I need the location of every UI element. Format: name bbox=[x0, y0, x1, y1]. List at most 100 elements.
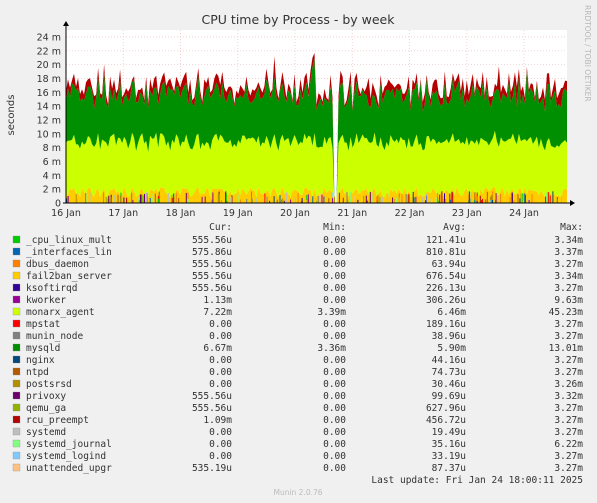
low-series-spike bbox=[354, 195, 356, 203]
legend-value-max: 9.63m bbox=[554, 295, 583, 306]
low-series-spike bbox=[549, 195, 551, 203]
low-series-spike bbox=[312, 196, 314, 203]
low-series-spike bbox=[246, 198, 248, 203]
low-series-spike bbox=[323, 196, 325, 203]
legend-value-max: 3.27m bbox=[554, 451, 583, 462]
low-series-spike bbox=[321, 194, 323, 203]
low-series-spike bbox=[320, 194, 321, 203]
low-series-spike bbox=[435, 197, 437, 203]
y-tick-label: 20 m bbox=[37, 60, 61, 71]
low-series-spike bbox=[290, 199, 292, 203]
low-series-spike bbox=[381, 197, 383, 203]
legend-row: unattended_upgr 535.19u 0.00 87.37u 3.27m bbox=[12, 463, 583, 474]
low-series-spike bbox=[412, 191, 414, 203]
y-tick-label: 8 m bbox=[43, 143, 61, 154]
legend-value-max: 3.37m bbox=[554, 247, 583, 258]
low-series-spike bbox=[334, 196, 336, 203]
legend-row: systemd_journal 0.00 0.00 35.16u 6.22m bbox=[12, 439, 583, 450]
legend-value-min: 0.00 bbox=[323, 247, 346, 258]
low-series-spike bbox=[393, 199, 395, 203]
low-series-spike bbox=[266, 196, 268, 203]
legend-value-avg: 63.94u bbox=[432, 259, 466, 270]
low-series-spike bbox=[379, 196, 381, 203]
legend-value-avg: 99.69u bbox=[432, 391, 466, 402]
legend-value-avg: 456.72u bbox=[426, 415, 466, 426]
legend-series-name: rcu_preempt bbox=[26, 415, 89, 426]
low-series-spike bbox=[470, 191, 472, 203]
legend-value-avg: 6.46m bbox=[437, 307, 466, 318]
legend-swatch bbox=[12, 415, 21, 424]
legend-value-min: 0.00 bbox=[323, 439, 346, 450]
y-axis-arrow bbox=[63, 21, 69, 26]
legend-swatch bbox=[12, 247, 21, 256]
x-tick-label: 19 Jan bbox=[223, 208, 253, 219]
low-series-spike bbox=[332, 198, 334, 203]
legend-value-min: 0.00 bbox=[323, 271, 346, 282]
y-tick-label: 10 m bbox=[37, 129, 61, 140]
legend-value-min: 0.00 bbox=[323, 415, 346, 426]
low-series-spike bbox=[485, 199, 487, 203]
legend-series-name: dbus_daemon bbox=[26, 259, 89, 270]
legend-value-max: 3.27m bbox=[554, 403, 583, 414]
low-series-spike bbox=[486, 191, 488, 203]
legend-value-cur: 0.00 bbox=[209, 355, 232, 366]
y-tick-label: 22 m bbox=[37, 46, 61, 57]
y-tick-label: 4 m bbox=[43, 171, 61, 182]
low-series-spike bbox=[413, 197, 415, 203]
legend-value-avg: 87.37u bbox=[432, 463, 466, 474]
legend-series-name: unattended_upgr bbox=[26, 463, 112, 474]
low-series-spike bbox=[301, 198, 303, 203]
legend-value-min: 0.00 bbox=[323, 235, 346, 246]
low-series-spike bbox=[439, 194, 441, 203]
low-series-spike bbox=[103, 192, 105, 203]
low-series-spike bbox=[185, 192, 187, 203]
legend-value-avg: 19.49u bbox=[432, 427, 466, 438]
legend-series-name: mysqld bbox=[26, 343, 60, 354]
legend-swatch bbox=[12, 235, 21, 244]
y-tick-label: 6 m bbox=[43, 157, 61, 168]
legend-value-cur: 575.86u bbox=[192, 247, 232, 258]
low-series-spike bbox=[86, 193, 88, 203]
legend-row: fail2ban_server 555.56u 0.00 676.54u 3.34m bbox=[12, 271, 583, 282]
low-series-spike bbox=[204, 196, 206, 203]
low-series-spike bbox=[251, 191, 252, 203]
low-series-spike bbox=[531, 194, 533, 203]
legend-value-min: 0.00 bbox=[323, 283, 346, 294]
legend-row: mysqld 6.67m 3.36m 5.90m 13.01m bbox=[12, 343, 583, 354]
low-series-spike bbox=[212, 192, 214, 203]
legend-value-cur: 555.56u bbox=[192, 283, 232, 294]
low-series-spike bbox=[482, 199, 483, 203]
legend-row: ksoftirqd 555.56u 0.00 226.13u 3.27m bbox=[12, 283, 583, 294]
legend-column-header: Min: bbox=[323, 222, 346, 233]
low-series-spike bbox=[145, 192, 147, 203]
last-update: Last update: Fri Jan 24 18:00:11 2025 bbox=[371, 475, 583, 486]
low-series-spike bbox=[175, 192, 177, 203]
low-series-spike bbox=[387, 193, 389, 203]
y-tick-label: 16 m bbox=[37, 88, 61, 99]
low-series-spike bbox=[117, 194, 119, 203]
legend-row: kworker 1.13m 0.00 306.26u 9.63m bbox=[12, 295, 583, 306]
legend-value-max: 3.27m bbox=[554, 283, 583, 294]
legend-value-avg: 44.16u bbox=[432, 355, 466, 366]
low-series-spike bbox=[350, 191, 352, 203]
legend-swatch bbox=[12, 343, 21, 352]
x-tick-label: 17 Jan bbox=[108, 208, 138, 219]
legend-value-min: 0.00 bbox=[323, 403, 346, 414]
low-series-spike bbox=[561, 196, 562, 203]
legend-row: privoxy 555.56u 0.00 99.69u 3.32m bbox=[12, 391, 583, 402]
low-series-spike bbox=[217, 192, 219, 203]
legend-value-max: 3.26m bbox=[554, 379, 583, 390]
legend-value-cur: 555.56u bbox=[192, 235, 232, 246]
legend-value-cur: 0.00 bbox=[209, 319, 232, 330]
low-series-spike bbox=[336, 192, 338, 203]
low-series-spike bbox=[361, 191, 362, 203]
legend-row: rcu_preempt 1.09m 0.00 456.72u 3.27m bbox=[12, 415, 583, 426]
legend-series-name: systemd_logind bbox=[26, 451, 106, 462]
legend-value-cur: 0.00 bbox=[209, 331, 232, 342]
munin-graph: CPU time by Process - by week RRDTOOL / … bbox=[6, 5, 592, 497]
low-series-spike bbox=[511, 192, 513, 203]
legend-swatch bbox=[12, 463, 21, 472]
legend-value-max: 3.27m bbox=[554, 367, 583, 378]
legend-swatch bbox=[12, 451, 21, 460]
rrdtool-credit: RRDTOOL / TOBI OETIKER bbox=[583, 5, 592, 102]
